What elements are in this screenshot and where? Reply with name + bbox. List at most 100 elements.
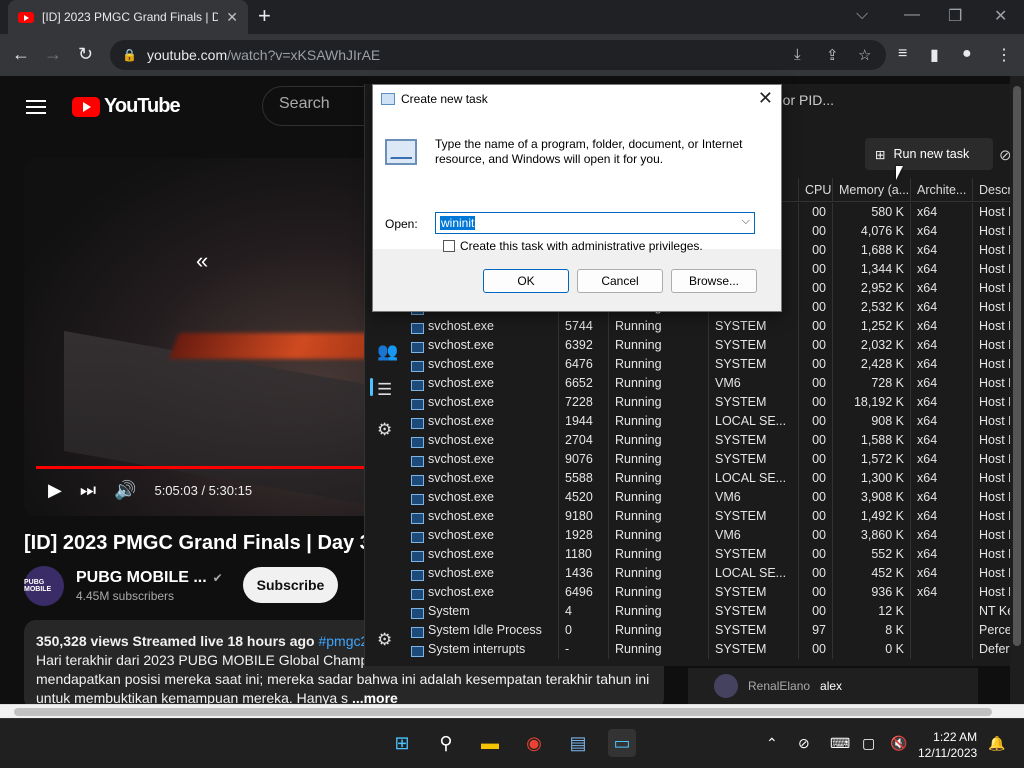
notifications-icon[interactable]: 🔔 <box>988 735 1005 752</box>
reload-icon[interactable]: ↻ <box>78 44 93 65</box>
process-row[interactable]: svchost.exe 9180 Running SYSTEM 00 1,492 Kx64… <box>405 507 1024 526</box>
description-hashtag[interactable]: #pmgc2 <box>318 633 368 649</box>
process-name: svchost.exe <box>428 509 495 523</box>
chat-text: alex <box>820 679 843 693</box>
process-name: svchost.exe <box>428 319 495 333</box>
admin-privileges-checkbox[interactable]: Create this task with administrative pri… <box>443 239 703 253</box>
tray-chevron-icon[interactable]: ⌃ <box>766 735 778 752</box>
media-queue-icon[interactable]: ≡ <box>898 45 907 63</box>
details-icon[interactable]: ☰ <box>377 380 392 400</box>
process-row[interactable]: System Idle Process 0 Running SYSTEM 97 8 K Pe… <box>405 621 1024 640</box>
menu-dots-icon[interactable]: ⋮ <box>996 45 1012 65</box>
tab-close-icon[interactable]: ✕ <box>226 9 238 26</box>
youtube-logo[interactable]: YouTube <box>72 95 181 118</box>
volume-muted-icon[interactable]: 🔇 <box>890 735 907 752</box>
checkbox-box[interactable] <box>443 240 455 252</box>
ok-button[interactable]: OK <box>483 269 569 293</box>
volume-icon[interactable]: 🔊 <box>114 480 136 501</box>
process-cell: Running <box>609 355 709 374</box>
install-icon[interactable]: ⤓ <box>794 46 801 63</box>
process-row[interactable]: svchost.exe 1180 Running SYSTEM 00 552 Kx64 Ho… <box>405 545 1024 564</box>
process-cell: 1,572 K <box>833 450 911 469</box>
horizontal-scrollbar[interactable] <box>0 704 1024 718</box>
url-host: youtube.com <box>146 47 228 63</box>
process-cell: 552 K <box>833 545 911 564</box>
cancel-button[interactable]: Cancel <box>577 269 663 293</box>
start-icon[interactable]: ⊞ <box>388 729 416 757</box>
hamburger-menu-icon[interactable] <box>26 96 46 118</box>
process-row[interactable]: System4RunningSYSTEM0012 KNT Kerne <box>405 602 1024 621</box>
keyboard-icon[interactable]: ⌨ <box>830 735 850 752</box>
process-row[interactable]: svchost.exe 6476 Running SYSTEM 00 2,428 Kx64… <box>405 355 1024 374</box>
taskbar-clock[interactable]: 1:22 AM 12/11/2023 <box>918 729 977 761</box>
process-cell: Running <box>609 507 709 526</box>
play-icon[interactable]: ▶ <box>48 480 62 501</box>
browse-button[interactable]: Browse... <box>671 269 757 293</box>
process-row[interactable]: svchost.exe 6392 Running SYSTEM 00 2,032 Kx64… <box>405 336 1024 355</box>
process-row[interactable]: System interrupts - Running SYSTEM 00 0 K Defe… <box>405 640 1024 659</box>
channel-name[interactable]: PUBG MOBILE ... <box>76 569 207 587</box>
process-cell: 9076 <box>559 450 609 469</box>
chrome-icon[interactable]: ◉ <box>520 729 548 757</box>
process-cell: Running <box>609 602 709 621</box>
close-window-icon[interactable]: ✕ <box>994 6 1007 26</box>
process-row[interactable]: svchost.exe 2704 Running SYSTEM 00 1,588 Kx64… <box>405 431 1024 450</box>
description-more-link[interactable]: ...more <box>352 690 398 704</box>
minimize-icon[interactable]: — <box>904 6 920 24</box>
column-header[interactable]: Archite... <box>911 178 973 201</box>
process-row[interactable]: svchost.exe 1944 Running LOCAL SE... 00 908 K… <box>405 412 1024 431</box>
lock-icon[interactable]: 🔒 <box>122 48 137 62</box>
process-name-cell: System interrupts <box>405 640 559 659</box>
dialog-close-icon[interactable]: ✕ <box>758 88 773 109</box>
channel-avatar[interactable]: PUBG MOBILE <box>24 566 64 606</box>
process-cell: x64 <box>911 412 973 431</box>
browser-tab[interactable]: [ID] 2023 PMGC Grand Finals | D ✕ <box>8 0 248 34</box>
process-cell: 00 <box>799 412 833 431</box>
side-panel-icon[interactable]: ▮ <box>930 45 939 65</box>
process-row[interactable]: svchost.exe 4520 Running VM6 00 3,908 Kx64 Hos… <box>405 488 1024 507</box>
process-row[interactable]: svchost.exe 1928 Running VM6 00 3,860 Kx64 Hos… <box>405 526 1024 545</box>
share-icon[interactable]: ⇪ <box>826 46 839 64</box>
task-manager-taskbar-icon[interactable]: ▤ <box>564 729 592 757</box>
bookmark-star-icon[interactable]: ☆ <box>858 46 871 64</box>
open-input[interactable]: wininit ⌵ <box>435 212 755 234</box>
process-cell: x64 <box>911 374 973 393</box>
address-bar[interactable]: 🔒 youtube.com/watch?v=xKSAWhJIrAE <box>110 40 886 70</box>
process-row[interactable]: svchost.exe 9076 Running SYSTEM 00 1,572 Kx64… <box>405 450 1024 469</box>
vertical-scrollbar[interactable] <box>1010 76 1024 704</box>
forward-icon[interactable]: → <box>44 44 62 65</box>
search-icon[interactable]: ⚲ <box>432 729 460 757</box>
process-row[interactable]: svchost.exe 5744 Running SYSTEM 00 1,252 Kx64… <box>405 317 1024 336</box>
next-icon[interactable]: ⏭ <box>80 480 96 501</box>
network-icon[interactable]: ⊘ <box>798 735 810 752</box>
process-cell: 00 <box>799 583 833 602</box>
column-header[interactable]: CPU <box>799 178 833 201</box>
services-icon[interactable]: ⚙ <box>377 420 392 440</box>
process-cell: Running <box>609 374 709 393</box>
dropdown-chevron-icon[interactable]: ⌵ <box>742 215 750 228</box>
run-dialog-taskbar-icon[interactable]: ▭ <box>608 729 636 757</box>
process-row[interactable]: svchost.exe 7228 Running SYSTEM 00 18,192 Kx6… <box>405 393 1024 412</box>
users-icon[interactable]: 👥 <box>377 342 398 362</box>
new-tab-icon[interactable]: + <box>258 5 271 27</box>
process-cell: 12 K <box>833 602 911 621</box>
run-new-task-button[interactable]: ⊞ Run new task <box>865 138 993 170</box>
restore-icon[interactable]: ❐ <box>948 6 962 26</box>
subscribe-button[interactable]: Subscribe <box>243 567 338 603</box>
process-row[interactable]: svchost.exe 6496 Running SYSTEM 00 936 Kx64 Ho… <box>405 583 1024 602</box>
column-header[interactable]: Memory (a... <box>833 178 911 201</box>
process-row[interactable]: svchost.exe 5588 Running LOCAL SE... 00 1,300… <box>405 469 1024 488</box>
process-cell: 1,300 K <box>833 469 911 488</box>
process-cell: SYSTEM <box>709 450 799 469</box>
process-row[interactable]: svchost.exe 1436 Running LOCAL SE... 00 452 K… <box>405 564 1024 583</box>
process-cell: x64 <box>911 450 973 469</box>
process-row[interactable]: svchost.exe 6652 Running VM6 00 728 Kx64 Host … <box>405 374 1024 393</box>
display-icon[interactable]: ▢ <box>862 735 875 752</box>
back-icon[interactable]: ← <box>12 44 30 65</box>
process-name: System interrupts <box>428 642 526 656</box>
settings-icon[interactable]: ⚙ <box>377 630 392 650</box>
profile-icon[interactable]: ● <box>962 45 972 63</box>
file-explorer-icon[interactable]: ▬ <box>476 729 504 757</box>
tab-search-icon[interactable]: ⌵ <box>856 6 868 24</box>
process-cell: 1,252 K <box>833 317 911 336</box>
